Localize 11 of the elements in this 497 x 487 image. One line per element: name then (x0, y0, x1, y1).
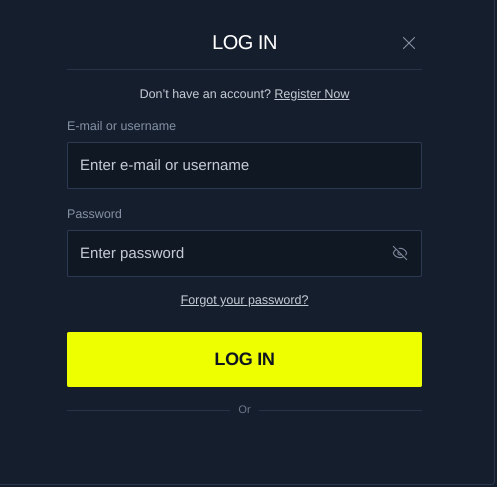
separator-text: Or (238, 404, 251, 416)
login-button[interactable]: LOG IN (67, 332, 422, 387)
register-link[interactable]: Register Now (274, 87, 350, 101)
field-label: E-mail or username (67, 119, 178, 133)
username-field[interactable]: Enter e-mail or username (67, 142, 422, 189)
forgot-password-link[interactable]: Forgot your password? (180, 293, 308, 307)
dialog-title: LOG IN (212, 32, 277, 54)
field-label: Password (67, 207, 123, 221)
password-field[interactable]: Enter password (67, 230, 422, 277)
eye-off-icon[interactable] (392, 245, 408, 261)
signup-prompt: Don’t have an account? Register Now (138, 87, 350, 101)
